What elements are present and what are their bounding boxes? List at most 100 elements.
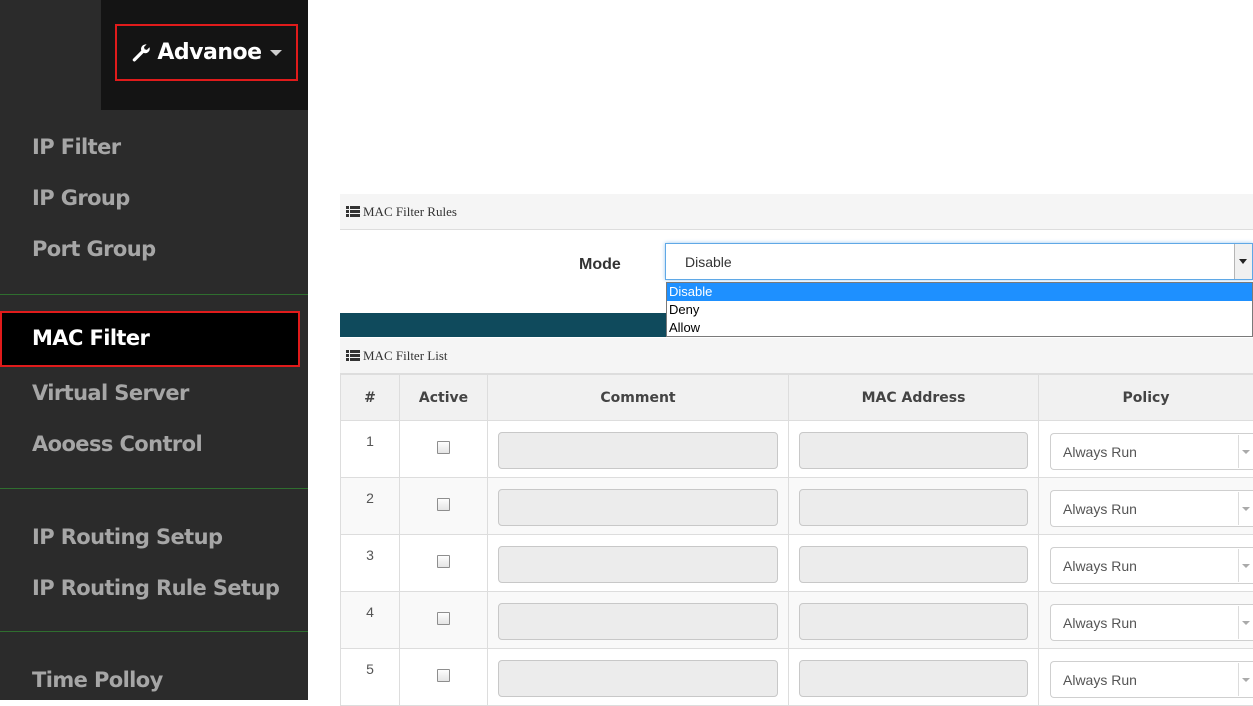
policy-select[interactable]: Always Run [1050, 547, 1253, 584]
policy-select-value: Always Run [1063, 558, 1137, 574]
comment-input[interactable] [498, 660, 778, 697]
mac-address-input[interactable] [799, 489, 1028, 526]
chevron-down-icon [1242, 564, 1250, 568]
mac-cell [789, 649, 1039, 706]
active-checkbox[interactable] [437, 498, 450, 511]
table-row: 3 Always Run [341, 535, 1253, 592]
sidebar-divider [0, 294, 308, 295]
table-header-row: # Active Comment MAC Address Policy [341, 375, 1253, 421]
comment-cell [488, 535, 789, 592]
column-header-mac-address: MAC Address [789, 375, 1039, 421]
table-row: 5 Always Run [341, 649, 1253, 706]
policy-select[interactable]: Always Run [1050, 490, 1253, 527]
advanced-menu-button[interactable]: Advanoe [115, 24, 298, 81]
policy-select-value: Always Run [1063, 444, 1137, 460]
top-nav-bar: Advanoe [0, 0, 308, 110]
policy-cell: Always Run [1039, 421, 1253, 478]
list-section-header: MAC Filter List [340, 338, 1253, 374]
sidebar-item-virtual-server[interactable]: Virtual Server [32, 381, 189, 405]
mac-cell [789, 592, 1039, 649]
mac-address-input[interactable] [799, 660, 1028, 697]
table-row: 2 Always Run [341, 478, 1253, 535]
rules-section-title: MAC Filter Rules [363, 204, 457, 220]
row-number: 5 [341, 649, 400, 706]
comment-cell [488, 421, 789, 478]
mac-cell [789, 421, 1039, 478]
chevron-down-icon [1242, 507, 1250, 511]
chevron-down-icon[interactable] [1234, 244, 1252, 279]
comment-input[interactable] [498, 432, 778, 469]
comment-cell [488, 592, 789, 649]
policy-cell: Always Run [1039, 592, 1253, 649]
comment-cell [488, 478, 789, 535]
sidebar-item-ip-routing-setup[interactable]: IP Routing Setup [32, 525, 222, 549]
wrench-icon [131, 43, 151, 63]
policy-cell: Always Run [1039, 535, 1253, 592]
mac-filter-table: # Active Comment MAC Address Policy 1 Al… [340, 374, 1253, 706]
policy-cell: Always Run [1039, 478, 1253, 535]
comment-input[interactable] [498, 546, 778, 583]
list-icon [346, 350, 360, 361]
column-header-active: Active [400, 375, 488, 421]
active-cell [400, 421, 488, 478]
mode-option-disable[interactable]: Disable [667, 283, 1252, 301]
mode-label: Mode [579, 256, 621, 274]
chevron-down-icon [1242, 678, 1250, 682]
mac-address-input[interactable] [799, 603, 1028, 640]
active-cell [400, 649, 488, 706]
row-number: 4 [341, 592, 400, 649]
mode-dropdown-list: Disable Deny Allow [666, 282, 1253, 337]
mac-cell [789, 478, 1039, 535]
policy-select[interactable]: Always Run [1050, 661, 1253, 698]
mode-select[interactable]: Disable [665, 243, 1253, 280]
row-number: 2 [341, 478, 400, 535]
policy-select-value: Always Run [1063, 615, 1137, 631]
sidebar-divider [0, 488, 308, 489]
sidebar-item-ip-group[interactable]: IP Group [32, 186, 130, 210]
advanced-menu-label: Advanoe [157, 40, 261, 65]
sidebar-item-ip-filter[interactable]: IP Filter [32, 135, 121, 159]
column-header-policy: Policy [1039, 375, 1253, 421]
mode-option-allow[interactable]: Allow [667, 319, 1252, 337]
sidebar-item-time-policy[interactable]: Time Polloy [32, 668, 163, 692]
sidebar-item-ip-routing-rule-setup[interactable]: IP Routing Rule Setup [32, 576, 279, 600]
policy-select[interactable]: Always Run [1050, 604, 1253, 641]
table-row: 1 Always Run [341, 421, 1253, 478]
sidebar-item-port-group[interactable]: Port Group [32, 237, 156, 261]
table-row: 4 Always Run [341, 592, 1253, 649]
comment-input[interactable] [498, 489, 778, 526]
rules-section-header: MAC Filter Rules [340, 194, 1253, 230]
sidebar: Advanoe IP Filter IP Group Port Group MA… [0, 0, 308, 700]
active-cell [400, 592, 488, 649]
mac-address-input[interactable] [799, 546, 1028, 583]
chevron-down-icon [1242, 621, 1250, 625]
action-bar [340, 313, 666, 337]
row-number: 3 [341, 535, 400, 592]
mac-address-input[interactable] [799, 432, 1028, 469]
list-icon [346, 206, 360, 217]
comment-cell [488, 649, 789, 706]
policy-cell: Always Run [1039, 649, 1253, 706]
column-header-comment: Comment [488, 375, 789, 421]
policy-select[interactable]: Always Run [1050, 433, 1253, 470]
policy-select-value: Always Run [1063, 501, 1137, 517]
row-number: 1 [341, 421, 400, 478]
sidebar-divider [0, 631, 308, 632]
active-checkbox[interactable] [437, 555, 450, 568]
column-header-number: # [341, 375, 400, 421]
sidebar-item-label: MAC Filter [32, 326, 149, 350]
sidebar-item-access-control[interactable]: Aooess Control [32, 432, 202, 456]
mode-select-value: Disable [685, 254, 732, 270]
active-cell [400, 535, 488, 592]
comment-input[interactable] [498, 603, 778, 640]
mac-cell [789, 535, 1039, 592]
policy-select-value: Always Run [1063, 672, 1137, 688]
active-checkbox[interactable] [437, 669, 450, 682]
active-checkbox[interactable] [437, 612, 450, 625]
active-cell [400, 478, 488, 535]
chevron-down-icon [1242, 450, 1250, 454]
active-checkbox[interactable] [437, 441, 450, 454]
list-section-title: MAC Filter List [363, 348, 448, 364]
sidebar-item-mac-filter[interactable]: MAC Filter [0, 311, 300, 367]
mode-option-deny[interactable]: Deny [667, 301, 1252, 319]
